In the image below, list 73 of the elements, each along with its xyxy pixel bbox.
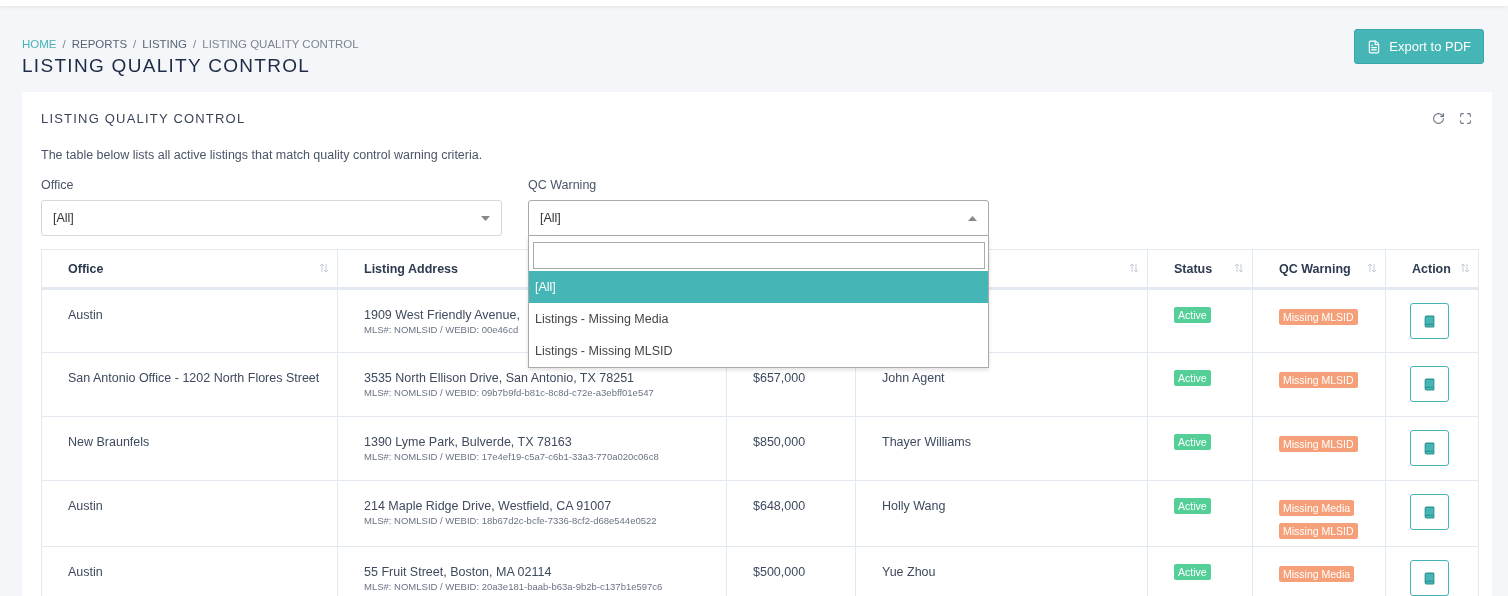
warning-badge: Missing MLSID bbox=[1279, 309, 1358, 325]
column-header[interactable]: QC Warning bbox=[1279, 261, 1351, 276]
address-text: 214 Maple Ridge Drive, Westfield, CA 91007 bbox=[364, 498, 612, 515]
book-icon bbox=[1423, 571, 1436, 585]
sort-icon[interactable] bbox=[1129, 263, 1139, 273]
mls-id-text: MLS#: NOMLSID / WEBID: 17e4ef19-c5a7-c6b1-33a3-770a020c06c8 bbox=[364, 451, 659, 463]
column-header[interactable]: Action bbox=[1412, 261, 1451, 276]
column-header[interactable]: Office bbox=[68, 261, 104, 276]
status-badge: Active bbox=[1174, 498, 1211, 514]
mls-id-text: MLS#: NOMLSID / WEBID: 09b7b9fd-b81c-8c8d-c72e-a3ebff01e547 bbox=[364, 387, 654, 399]
price-text: $500,000 bbox=[753, 564, 806, 581]
filter-select[interactable]: [All] bbox=[41, 200, 502, 236]
price-text: $657,000 bbox=[753, 370, 806, 387]
price-text: $648,000 bbox=[753, 498, 806, 515]
description-text: The table below lists all active listings that match quality control warning criteria. bbox=[41, 148, 484, 162]
warning-badge: Missing Media bbox=[1279, 566, 1355, 582]
status-badge: Active bbox=[1174, 434, 1211, 450]
office-text: Austin bbox=[68, 498, 103, 515]
agent-name: Thayer Williams bbox=[882, 434, 971, 451]
fullscreen-icon[interactable] bbox=[1459, 112, 1472, 125]
mls-id-text: MLS#: NOMLSID / WEBID: 20a3e181-baab-b63a-9b2b-c137b1e597c6 bbox=[364, 581, 663, 593]
page-title: LISTING QUALITY CONTROL bbox=[22, 55, 312, 77]
view-button[interactable] bbox=[1410, 303, 1449, 339]
address-text: 3535 North Ellison Drive, San Antonio, TX 78251 bbox=[364, 370, 635, 387]
filter-label: QC Warning bbox=[528, 178, 598, 192]
card-title: LISTING QUALITY CONTROL bbox=[41, 111, 246, 126]
warning-badge: Missing Media bbox=[1279, 500, 1355, 516]
warning-badge: Missing MLSID bbox=[1279, 372, 1358, 388]
breadcrumb-current: LISTING QUALITY CONTROL bbox=[202, 38, 359, 50]
agent-name: John Agent bbox=[882, 370, 945, 387]
book-icon bbox=[1423, 377, 1436, 391]
breadcrumb-separator: / bbox=[193, 38, 197, 50]
dropdown-option[interactable]: Listings - Missing Media bbox=[529, 303, 988, 335]
agent-name: Holly Wang bbox=[882, 498, 946, 515]
book-icon bbox=[1423, 314, 1436, 328]
dropdown-option[interactable]: Listings - Missing MLSID bbox=[529, 335, 988, 367]
warning-badge: Missing MLSID bbox=[1279, 523, 1358, 539]
breadcrumb-separator: / bbox=[62, 38, 66, 50]
status-badge: Active bbox=[1174, 307, 1211, 323]
column-header[interactable]: Listing Address bbox=[364, 261, 458, 276]
view-button[interactable] bbox=[1410, 494, 1449, 530]
status-badge: Active bbox=[1174, 370, 1211, 386]
mls-id-text: MLS#: NOMLSID / WEBID: 18b67d2c-bcfe-7336-8cf2-d68e544e0522 bbox=[364, 515, 657, 527]
sort-icon[interactable] bbox=[1367, 263, 1377, 273]
office-text: San Antonio Office - 1202 North Flores Street bbox=[68, 370, 320, 387]
warning-badge: Missing MLSID bbox=[1279, 436, 1358, 452]
view-button[interactable] bbox=[1410, 560, 1449, 596]
breadcrumb-item: LISTING bbox=[142, 38, 188, 50]
column-header[interactable]: Status bbox=[1174, 261, 1213, 276]
address-text: 1390 Lyme Park, Bulverde, TX 78163 bbox=[364, 434, 572, 451]
filter-label: Office bbox=[41, 178, 75, 192]
breadcrumb-separator: / bbox=[133, 38, 137, 50]
pdf-file-icon bbox=[1367, 39, 1382, 54]
price-text: $850,000 bbox=[753, 434, 806, 451]
filter-select[interactable]: [All] bbox=[528, 200, 989, 236]
refresh-icon[interactable] bbox=[1432, 112, 1445, 125]
address-text: 1909 West Friendly Avenue, bbox=[364, 307, 520, 324]
search-field[interactable] bbox=[533, 242, 985, 269]
office-text: New Braunfels bbox=[68, 434, 150, 451]
office-text: Austin bbox=[68, 564, 103, 581]
view-button[interactable] bbox=[1410, 430, 1449, 466]
book-icon bbox=[1423, 505, 1436, 519]
mls-id-text: MLS#: NOMLSID / WEBID: 00e46cd bbox=[364, 324, 519, 336]
sort-icon[interactable] bbox=[1460, 263, 1470, 273]
sort-icon[interactable] bbox=[1234, 263, 1244, 273]
view-button[interactable] bbox=[1410, 366, 1449, 402]
agent-name: Yue Zhou bbox=[882, 564, 936, 581]
breadcrumb-item: REPORTS bbox=[71, 38, 128, 50]
status-badge: Active bbox=[1174, 564, 1211, 580]
sort-icon[interactable] bbox=[319, 263, 329, 273]
book-icon bbox=[1423, 441, 1436, 455]
address-text: 55 Fruit Street, Boston, MA 02114 bbox=[364, 564, 552, 581]
office-text: Austin bbox=[68, 307, 103, 324]
